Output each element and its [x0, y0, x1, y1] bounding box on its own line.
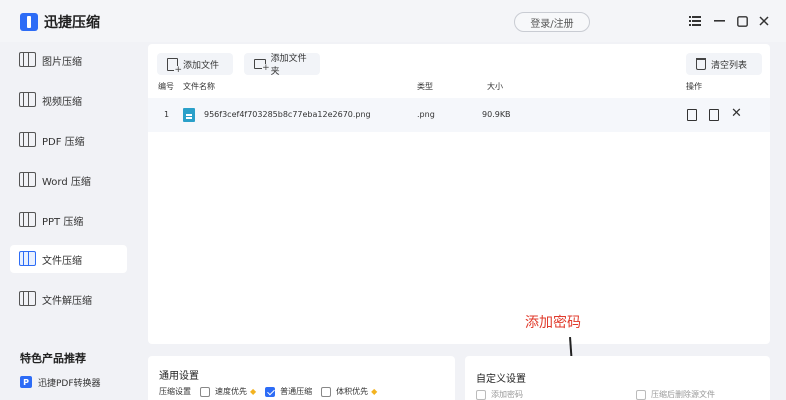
maximize-icon[interactable] [735, 13, 749, 29]
add-folder-label: 添加文件夹 [270, 54, 307, 77]
featured-item-pdf-converter[interactable]: P 迅捷PDF转换器 [20, 374, 101, 390]
add-password-label: 添加密码 [491, 390, 523, 399]
featured-item-label: 迅捷PDF转换器 [38, 378, 101, 389]
premium-diamond-icon: ◆ [371, 387, 378, 396]
app-title: 迅捷压缩 [44, 15, 100, 31]
column-header-type: 类型 [417, 82, 433, 91]
sidebar-item-label: PPT 压缩 [42, 217, 84, 228]
annotation-label: 添加密码 [525, 315, 581, 331]
sidebar-item-image-compress[interactable]: 图片压缩 [10, 46, 127, 74]
row-file-name: 956f3cef4f703285b8c77eba12e2670.png [204, 110, 371, 119]
column-header-size: 大小 [487, 82, 503, 91]
close-icon[interactable] [757, 13, 771, 29]
column-header-index: 编号 [158, 82, 174, 91]
delete-source-row: 压缩后删除源文件 [636, 389, 715, 400]
delete-source-checkbox[interactable] [636, 389, 646, 400]
add-folder-button[interactable]: 添加文件夹 [244, 53, 320, 77]
custom-settings-panel: 自定义设置 添加密码 压缩后删除源文件 [465, 356, 770, 400]
pdf-converter-icon: P [20, 376, 32, 388]
column-header-name: 文件名称 [183, 82, 215, 91]
normal-compress-checkbox[interactable] [265, 386, 276, 397]
file-compress-icon [19, 250, 36, 266]
row-file-size: 90.9KB [482, 110, 511, 119]
size-priority-checkbox[interactable] [321, 386, 332, 397]
add-password-checkbox[interactable] [476, 389, 486, 400]
file-preview-icon[interactable] [709, 109, 719, 121]
sidebar-item-ppt-compress[interactable]: PPT 压缩 [10, 206, 127, 234]
sidebar-item-pdf-compress[interactable]: PDF 压缩 [10, 126, 127, 154]
compress-settings-row: 压缩设置 速度优先 ◆ 普通压缩 体积优先 ◆ [159, 386, 386, 397]
file-list-panel: 添加文件 添加文件夹 清空列表 编号 文件名称 类型 大小 操作 1 956f3… [148, 44, 770, 344]
sidebar-item-label: 文件压缩 [42, 256, 82, 267]
custom-settings-title: 自定义设置 [476, 374, 526, 385]
size-priority-label: 体积优先 [336, 387, 369, 396]
speed-priority-checkbox[interactable] [200, 386, 210, 397]
login-register-button[interactable]: 登录/注册 [514, 12, 590, 32]
row-index: 1 [164, 110, 170, 119]
trash-icon [696, 58, 706, 70]
ppt-compress-icon [19, 211, 36, 227]
clear-list-label: 清空列表 [711, 60, 748, 71]
speed-priority-label: 速度优先 [215, 387, 247, 396]
sidebar-item-video-compress[interactable]: 视频压缩 [10, 86, 127, 114]
sidebar: 图片压缩 视频压缩 PDF 压缩 Word 压缩 PPT 压缩 文件压缩 文件解… [0, 42, 140, 400]
add-file-button[interactable]: 添加文件 [157, 53, 233, 75]
featured-products-title: 特色产品推荐 [20, 352, 86, 365]
open-folder-icon[interactable] [687, 109, 697, 121]
add-folder-icon [254, 59, 270, 73]
general-settings-panel: 通用设置 压缩设置 速度优先 ◆ 普通压缩 体积优先 ◆ [148, 356, 455, 400]
video-compress-icon [19, 91, 36, 107]
sidebar-item-label: 图片压缩 [42, 57, 82, 68]
minimize-icon[interactable] [712, 13, 726, 29]
general-settings-title: 通用设置 [159, 371, 199, 382]
sidebar-item-label: 文件解压缩 [42, 296, 92, 307]
sidebar-item-label: PDF 压缩 [42, 137, 85, 148]
title-bar: 迅捷压缩 登录/注册 [0, 0, 786, 42]
sidebar-item-word-compress[interactable]: Word 压缩 [10, 166, 127, 194]
image-compress-icon [19, 51, 36, 67]
table-row[interactable]: 1 956f3cef4f703285b8c77eba12e2670.png .p… [148, 98, 770, 132]
compress-settings-label: 压缩设置 [159, 387, 191, 396]
sidebar-item-label: Word 压缩 [42, 177, 91, 188]
add-file-icon [167, 57, 182, 75]
premium-diamond-icon: ◆ [250, 387, 257, 396]
add-file-label: 添加文件 [183, 60, 220, 71]
remove-row-icon[interactable]: ✕ [731, 106, 742, 121]
sidebar-item-file-decompress[interactable]: 文件解压缩 [10, 285, 127, 313]
normal-compress-label: 普通压缩 [280, 387, 313, 396]
delete-source-label: 压缩后删除源文件 [651, 390, 715, 399]
add-password-row: 添加密码 [476, 389, 523, 400]
column-header-actions: 操作 [686, 82, 702, 91]
app-logo-icon [20, 13, 38, 31]
pdf-compress-icon [19, 131, 36, 147]
row-file-type: .png [417, 110, 435, 119]
file-type-icon [183, 108, 195, 122]
file-decompress-icon [19, 290, 36, 306]
sidebar-item-file-compress[interactable]: 文件压缩 [10, 245, 127, 273]
word-compress-icon [19, 171, 36, 187]
sidebar-item-label: 视频压缩 [42, 97, 82, 108]
menu-icon[interactable] [688, 13, 702, 29]
clear-list-button[interactable]: 清空列表 [686, 53, 762, 75]
